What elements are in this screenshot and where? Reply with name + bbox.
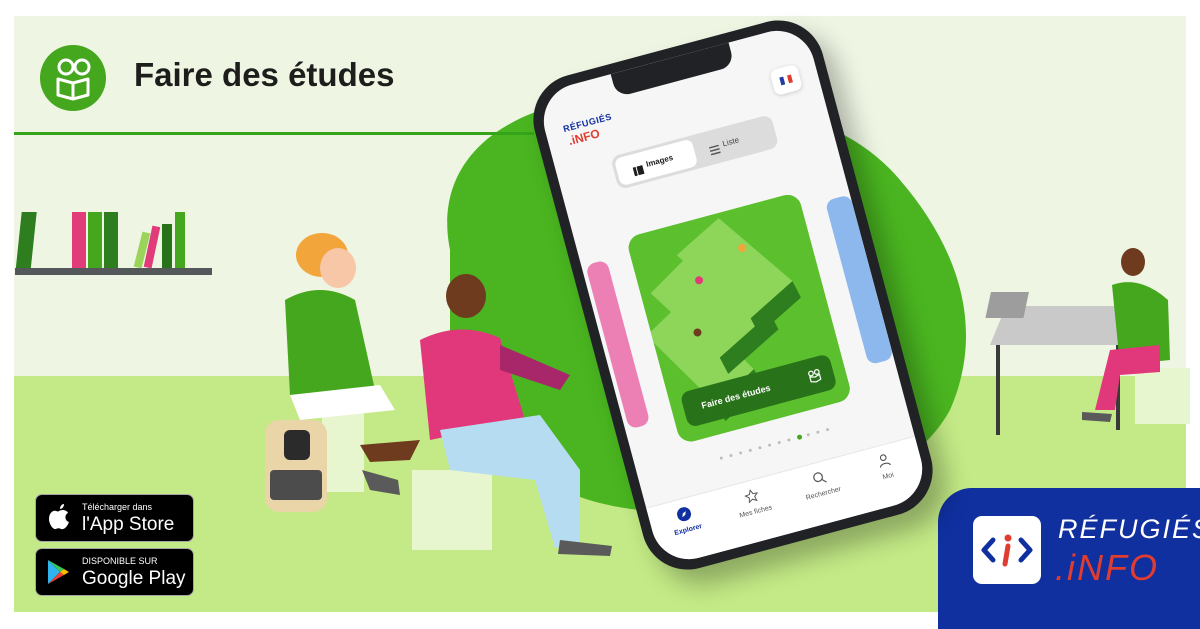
app-store-label: l'App Store <box>82 514 175 535</box>
person-icon <box>875 452 893 474</box>
carousel-dot[interactable] <box>748 448 753 453</box>
brand-name-line2: .iNFO <box>1055 547 1159 588</box>
carousel-dot-active[interactable] <box>796 434 803 441</box>
tab-list[interactable]: Liste <box>721 135 740 148</box>
carousel-dot[interactable] <box>825 427 830 432</box>
tab-moi[interactable]: Moi <box>853 444 918 488</box>
tab-mes-fiches[interactable]: Mes fiches <box>720 480 785 524</box>
carousel-dot[interactable] <box>787 438 791 442</box>
bookshelf <box>15 212 212 275</box>
header-divider <box>14 132 534 135</box>
student-at-desk <box>985 248 1190 435</box>
carousel-dot[interactable] <box>758 445 762 450</box>
app-store-button[interactable]: Télécharger dans l'App Store <box>35 494 194 542</box>
carousel-dot[interactable] <box>806 432 811 437</box>
study-icon <box>40 45 106 111</box>
tab-explorer[interactable]: Explorer <box>653 498 718 542</box>
compass-icon <box>675 506 693 528</box>
view-toggle: Images Liste <box>610 114 780 190</box>
google-play-icon <box>46 559 70 590</box>
tab-images-label: Images <box>645 153 675 169</box>
grid-view-icon <box>632 161 646 181</box>
google-play-label: Google Play <box>82 568 186 589</box>
language-button[interactable] <box>769 63 804 97</box>
tab-images[interactable]: Images <box>613 138 699 187</box>
carousel-dot[interactable] <box>777 440 782 445</box>
carousel-dot[interactable] <box>767 443 772 447</box>
carousel-dot[interactable] <box>729 453 733 458</box>
carousel-dot[interactable] <box>816 430 820 435</box>
page-title: Faire des études <box>134 56 395 93</box>
tab-rechercher[interactable]: Rechercher <box>788 461 853 505</box>
carousel-dot[interactable] <box>719 456 724 460</box>
brand-icon <box>973 516 1041 584</box>
study-small-icon <box>806 367 824 389</box>
card-label: Faire des études <box>700 382 772 411</box>
search-icon <box>811 469 829 491</box>
star-icon <box>743 487 761 509</box>
promo-banner: Faire des études Télécharger dans l'App … <box>0 0 1200 629</box>
app-store-small-label: Télécharger dans <box>82 502 153 512</box>
theme-card[interactable]: Faire des études <box>625 191 853 445</box>
student-with-backpack <box>265 233 395 512</box>
brand-name-line1: RÉFUGIÉS <box>1058 514 1200 544</box>
apple-icon <box>48 503 70 536</box>
carousel-dot[interactable] <box>738 451 743 455</box>
list-view-icon <box>708 141 722 161</box>
google-play-small-label: DISPONIBLE SUR <box>82 556 158 566</box>
french-flag-icon <box>779 74 793 86</box>
google-play-button[interactable]: DISPONIBLE SUR Google Play <box>35 548 194 596</box>
